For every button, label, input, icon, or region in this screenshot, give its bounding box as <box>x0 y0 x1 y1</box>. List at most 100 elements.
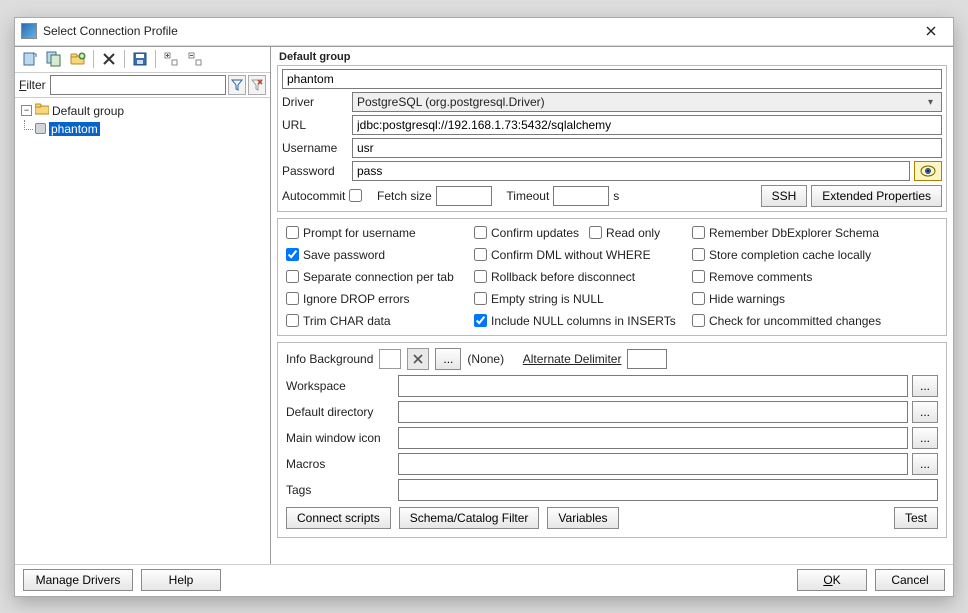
checkbox-store_cache[interactable] <box>692 248 705 261</box>
copy-profile-icon <box>46 51 62 67</box>
profile-name-input[interactable] <box>282 69 942 89</box>
check-sep_conn[interactable]: Separate connection per tab <box>286 267 466 287</box>
left-pane: Filter − Default group <box>15 47 271 564</box>
url-label: URL <box>282 118 348 132</box>
timeout-input[interactable] <box>553 186 609 206</box>
expander-icon[interactable]: − <box>21 105 32 116</box>
check-label: Rollback before disconnect <box>491 270 635 284</box>
show-password-button[interactable] <box>914 161 942 181</box>
copy-profile-button[interactable] <box>43 48 65 70</box>
check-hide_warn[interactable]: Hide warnings <box>692 289 938 309</box>
password-input[interactable] <box>352 161 910 181</box>
check-store_cache[interactable]: Store completion cache locally <box>692 245 938 265</box>
funnel-clear-icon <box>251 79 263 91</box>
extended-props-button[interactable]: Extended Properties <box>811 185 942 207</box>
delete-button[interactable] <box>98 48 120 70</box>
schema-filter-button[interactable]: Schema/Catalog Filter <box>399 507 540 529</box>
left-toolbar <box>15 47 270 73</box>
check-empty_null[interactable]: Empty string is NULL <box>474 289 684 309</box>
cancel-button[interactable]: Cancel <box>875 569 945 591</box>
checkbox-include_null[interactable] <box>474 314 487 327</box>
check-confirm_updates[interactable]: Confirm updates <box>474 223 579 243</box>
fetchsize-input[interactable] <box>436 186 492 206</box>
check-label: Hide warnings <box>709 292 785 306</box>
checkbox-remove_comments[interactable] <box>692 270 705 283</box>
alt-delim-input[interactable] <box>627 349 667 369</box>
driver-combo[interactable]: PostgreSQL (org.postgresql.Driver) ▾ <box>352 92 942 112</box>
filter-clear-button[interactable] <box>248 75 266 95</box>
checkbox-trim_char[interactable] <box>286 314 299 327</box>
close-button[interactable] <box>915 20 947 42</box>
info-bg-swatch[interactable] <box>379 349 401 369</box>
checkbox-confirm_dml[interactable] <box>474 248 487 261</box>
check-prompt_user[interactable]: Prompt for username <box>286 223 466 243</box>
mainicon-browse[interactable]: ... <box>912 427 938 449</box>
ssh-button[interactable]: SSH <box>761 185 808 207</box>
check-check_uncommitted[interactable]: Check for uncommitted changes <box>692 311 938 331</box>
chevron-down-icon: ▾ <box>924 97 937 108</box>
check-label: Ignore DROP errors <box>303 292 409 306</box>
check-read_only[interactable]: Read only <box>589 223 660 243</box>
checkbox-ignore_drop[interactable] <box>286 292 299 305</box>
checkbox-confirm_updates[interactable] <box>474 226 487 239</box>
checkbox-rollback[interactable] <box>474 270 487 283</box>
filter-input[interactable] <box>50 75 226 95</box>
new-profile-button[interactable] <box>19 48 41 70</box>
tree-group[interactable]: − Default group <box>17 102 268 120</box>
new-group-icon <box>70 51 86 67</box>
ok-button[interactable]: OK <box>797 569 867 591</box>
checkbox-save_password[interactable] <box>286 248 299 261</box>
info-bg-clear[interactable] <box>407 348 429 370</box>
help-button[interactable]: Help <box>141 569 221 591</box>
workspace-browse[interactable]: ... <box>912 375 938 397</box>
filter-funnel-button[interactable] <box>228 75 246 95</box>
titlebar: Select Connection Profile <box>15 18 953 46</box>
workspace-input[interactable] <box>398 375 908 397</box>
check-include_null[interactable]: Include NULL columns in INSERTs <box>474 311 684 331</box>
dialog: Select Connection Profile <box>14 17 954 597</box>
macros-browse[interactable]: ... <box>912 453 938 475</box>
mainicon-input[interactable] <box>398 427 908 449</box>
expand-all-button[interactable] <box>160 48 182 70</box>
check-confirm_dml[interactable]: Confirm DML without WHERE <box>474 245 684 265</box>
save-button[interactable] <box>129 48 151 70</box>
connect-scripts-button[interactable]: Connect scripts <box>286 507 391 529</box>
test-button[interactable]: Test <box>894 507 938 529</box>
collapse-all-button[interactable] <box>184 48 206 70</box>
check-save_password[interactable]: Save password <box>286 245 466 265</box>
check-label: Prompt for username <box>303 226 416 240</box>
info-bg-browse[interactable]: ... <box>435 348 461 370</box>
checkbox-remember_schema[interactable] <box>692 226 705 239</box>
profile-tree[interactable]: − Default group phantom <box>15 97 270 564</box>
url-input[interactable] <box>352 115 942 135</box>
checkbox-check_uncommitted[interactable] <box>692 314 705 327</box>
checkbox-prompt_user[interactable] <box>286 226 299 239</box>
new-group-button[interactable] <box>67 48 89 70</box>
check-ignore_drop[interactable]: Ignore DROP errors <box>286 289 466 309</box>
macros-input[interactable] <box>398 453 908 475</box>
check-remember_schema[interactable]: Remember DbExplorer Schema <box>692 223 938 243</box>
variables-button[interactable]: Variables <box>547 507 618 529</box>
connection-box: Driver PostgreSQL (org.postgresql.Driver… <box>277 65 947 212</box>
checkbox-sep_conn[interactable] <box>286 270 299 283</box>
options-box: Prompt for username Confirm updates Read o… <box>277 218 947 336</box>
defaultdir-browse[interactable]: ... <box>912 401 938 423</box>
eye-icon <box>920 165 936 177</box>
tags-input[interactable] <box>398 479 938 501</box>
check-trim_char[interactable]: Trim CHAR data <box>286 311 466 331</box>
username-input[interactable] <box>352 138 942 158</box>
check-remove_comments[interactable]: Remove comments <box>692 267 938 287</box>
checkbox-empty_null[interactable] <box>474 292 487 305</box>
manage-drivers-button[interactable]: Manage Drivers <box>23 569 133 591</box>
collapse-icon <box>187 51 203 67</box>
checkbox-hide_warn[interactable] <box>692 292 705 305</box>
autocommit-checkbox[interactable] <box>349 189 362 202</box>
defaultdir-label: Default directory <box>286 405 394 419</box>
check-rollback[interactable]: Rollback before disconnect <box>474 267 684 287</box>
timeout-unit: s <box>613 189 619 203</box>
checkbox-read_only[interactable] <box>589 226 602 239</box>
tree-item[interactable]: phantom <box>17 120 268 138</box>
defaultdir-input[interactable] <box>398 401 908 423</box>
check-label: Store completion cache locally <box>709 248 871 262</box>
alt-delim-label[interactable]: Alternate Delimiter <box>523 352 622 366</box>
